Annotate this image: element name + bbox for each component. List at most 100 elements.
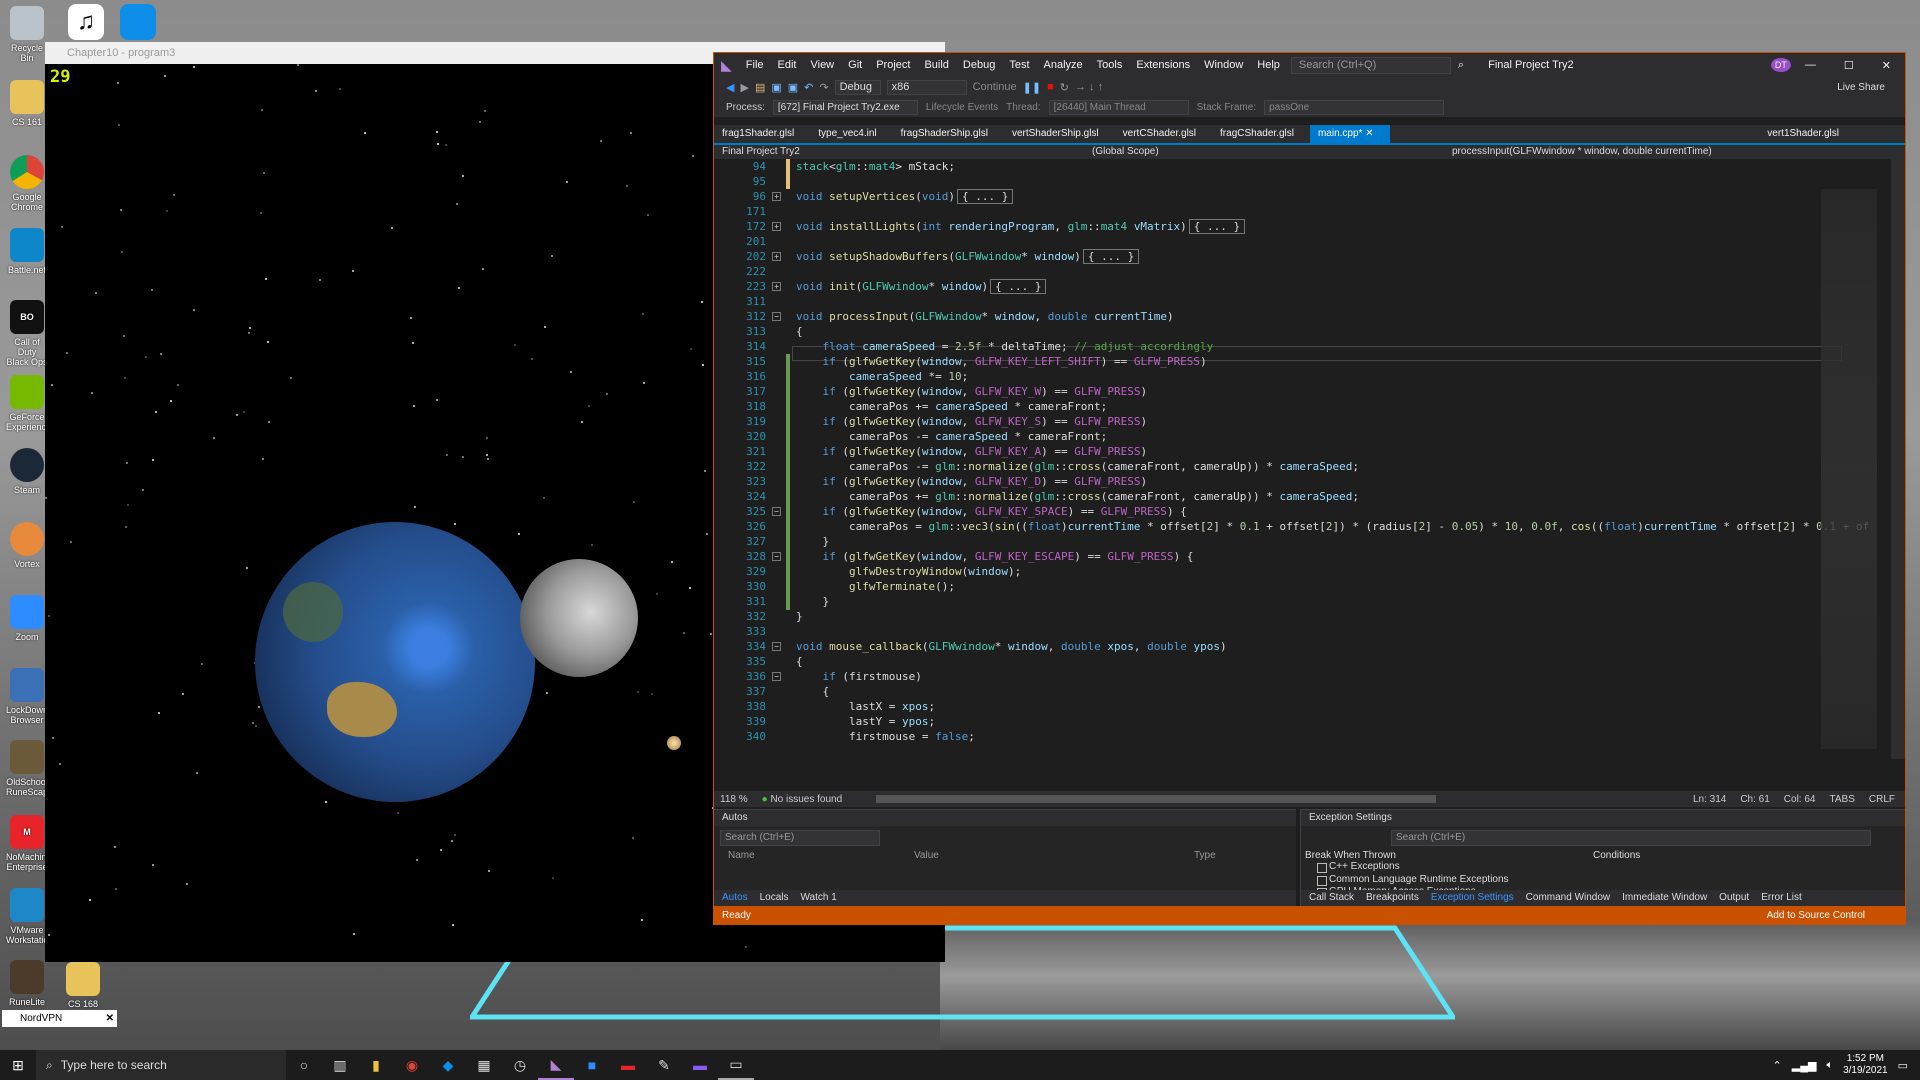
menu-edit[interactable]: Edit	[771, 59, 804, 71]
desktop-icon-cs161[interactable]: CS 161	[6, 80, 48, 127]
close-icon[interactable]: ✕	[106, 1010, 114, 1027]
menu-view[interactable]: View	[803, 59, 841, 71]
tab-error-list[interactable]: Error List	[1761, 890, 1802, 906]
menu-window[interactable]: Window	[1197, 59, 1250, 71]
undo-icon[interactable]: ↶	[804, 81, 813, 94]
teamviewer-icon[interactable]: ◆	[430, 1050, 466, 1080]
tab-autos[interactable]: Autos	[722, 890, 748, 906]
menu-build[interactable]: Build	[917, 59, 955, 71]
record-app-icon[interactable]: ▬	[610, 1050, 646, 1080]
file-explorer-icon[interactable]: ▮	[358, 1050, 394, 1080]
desktop-icon-geforce[interactable]: GeForce Experience	[6, 375, 51, 432]
tray-chevron-icon[interactable]: ⌃	[1773, 1059, 1782, 1072]
exception-item[interactable]: Common Language Runtime Exceptions	[1301, 874, 1905, 887]
minimize-button[interactable]: —	[1791, 59, 1830, 71]
tab-immediate-window[interactable]: Immediate Window	[1622, 890, 1707, 906]
menu-tools[interactable]: Tools	[1090, 59, 1130, 71]
tab-call-stack[interactable]: Call Stack	[1309, 890, 1354, 906]
open-icon[interactable]: ▤	[755, 81, 765, 94]
menu-git[interactable]: Git	[841, 59, 869, 71]
add-to-source-control[interactable]: Add to Source Control	[1767, 910, 1905, 921]
visual-studio-icon[interactable]: ◣	[538, 1050, 574, 1080]
tab-vertcshader[interactable]: vertCShader.glsl	[1115, 125, 1212, 143]
stack-frame-select[interactable]: passOne	[1264, 99, 1445, 115]
config-select[interactable]: Debug	[834, 79, 881, 95]
notifications-icon[interactable]: ▭	[1898, 1059, 1908, 1072]
exception-item[interactable]: C++ Exceptions	[1301, 861, 1905, 874]
desktop-icon-vmware[interactable]: VMware Workstation	[6, 888, 53, 945]
quick-search-input[interactable]: Search (Ctrl+Q)	[1290, 56, 1451, 74]
desktop-icon-lockdown[interactable]: LockDown Browser	[6, 668, 48, 725]
notes-icon[interactable]: ✎	[646, 1050, 682, 1080]
close-button[interactable]: ✕	[1868, 59, 1905, 72]
desktop-icon-osrs[interactable]: OldSchool RuneScape	[6, 740, 53, 797]
process-select[interactable]: [672] Final Project Try2.exe	[772, 99, 918, 115]
desktop-icon-battlenet[interactable]: Battle.net	[6, 228, 48, 275]
tab-fragcshader[interactable]: fragCShader.glsl	[1212, 125, 1310, 143]
tab-output[interactable]: Output	[1719, 890, 1749, 906]
zoom-icon[interactable]: ■	[574, 1050, 610, 1080]
user-avatar[interactable]: DT	[1770, 58, 1791, 72]
maximize-button[interactable]: ☐	[1830, 59, 1868, 72]
taskbar-search[interactable]: ⌕ Type here to search	[36, 1050, 286, 1080]
desktop-icon-nomachine[interactable]: M NoMachine Enterprise	[6, 815, 52, 872]
horizontal-scrollbar[interactable]	[876, 795, 1437, 803]
music-app-icon[interactable]: ♫	[68, 4, 104, 40]
desktop-icon-runelite[interactable]: RuneLite	[6, 960, 48, 1007]
media-app-icon[interactable]: ▬	[682, 1050, 718, 1080]
tab-type-vec4[interactable]: type_vec4.inl	[810, 125, 892, 143]
menu-file[interactable]: File	[739, 59, 771, 71]
desktop-icon-zoom[interactable]: Zoom	[6, 595, 48, 642]
clock-app-icon[interactable]: ◷	[502, 1050, 538, 1080]
lifecycle-events[interactable]: Lifecycle Events	[926, 102, 998, 113]
clock[interactable]: 1:52 PM 3/19/2021	[1843, 1053, 1888, 1077]
code-editor[interactable]: 94 stack<glm::mat4> mStack; 95 96 + void se…	[714, 159, 1905, 791]
code-minimap[interactable]	[1821, 189, 1877, 749]
desktop-icon-cs168[interactable]: CS 168	[62, 962, 104, 1009]
step-icons[interactable]: → ↓ ↑	[1075, 81, 1103, 93]
opengl-app-icon[interactable]: ▭	[718, 1050, 754, 1080]
redo-icon[interactable]: ↷	[819, 81, 828, 94]
exception-search-input[interactable]: Search (Ctrl+E)	[1391, 830, 1871, 846]
menu-project[interactable]: Project	[869, 59, 917, 71]
thread-select[interactable]: [26440] Main Thread	[1048, 99, 1189, 115]
back-icon[interactable]: ◀	[726, 81, 734, 94]
tab-main-cpp[interactable]: main.cpp* ✕	[1309, 125, 1390, 143]
pause-icon[interactable]: ❚❚	[1023, 81, 1041, 94]
visual-studio-window[interactable]: ◣ File Edit View Git Project Build Debug…	[713, 52, 1906, 925]
continue-button[interactable]: Continue	[973, 81, 1017, 93]
tab-fragshadership[interactable]: fragShaderShip.glsl	[893, 125, 1004, 143]
calculator-icon[interactable]: ▦	[466, 1050, 502, 1080]
task-view-icon[interactable]: ▥	[322, 1050, 358, 1080]
member-dropdown[interactable]: processInput(GLFWwindow * window, double…	[1444, 145, 1712, 159]
live-share-button[interactable]: Live Share	[1837, 82, 1905, 93]
desktop-icon-vortex[interactable]: Vortex	[6, 522, 48, 569]
menu-extensions[interactable]: Extensions	[1129, 59, 1197, 71]
tab-frag1shader[interactable]: frag1Shader.glsl	[714, 125, 810, 143]
zoom-level[interactable]: 118 %	[720, 794, 748, 805]
menu-analyze[interactable]: Analyze	[1037, 59, 1090, 71]
cortana-icon[interactable]: ○	[286, 1050, 322, 1080]
desktop-icon-recycle-bin[interactable]: Recycle Bin	[6, 6, 48, 63]
start-button[interactable]: ⊞	[0, 1050, 36, 1080]
save-icon[interactable]: ▣	[771, 81, 781, 94]
teamviewer-icon[interactable]	[120, 4, 156, 40]
nordvpn-toast[interactable]: NordVPN ✕	[2, 1010, 117, 1027]
tab-exception-settings[interactable]: Exception Settings	[1431, 890, 1514, 906]
tab-watch1[interactable]: Watch 1	[800, 890, 836, 906]
chrome-icon[interactable]: ◉	[394, 1050, 430, 1080]
tab-vertshadership[interactable]: vertShaderShip.glsl	[1004, 125, 1115, 143]
menu-test[interactable]: Test	[1002, 59, 1036, 71]
menu-debug[interactable]: Debug	[956, 59, 1002, 71]
stop-icon[interactable]: ■	[1047, 81, 1054, 93]
vertical-scrollbar[interactable]	[1891, 159, 1905, 759]
tab-breakpoints[interactable]: Breakpoints	[1366, 890, 1419, 906]
forward-icon[interactable]: ▶	[740, 81, 748, 94]
menu-help[interactable]: Help	[1250, 59, 1287, 71]
desktop-icon-steam[interactable]: Steam	[6, 448, 48, 495]
save-all-icon[interactable]: ▣	[788, 81, 798, 94]
tab-locals[interactable]: Locals	[760, 890, 789, 906]
desktop-icon-black-ops[interactable]: BO Call of Duty Black Ops	[6, 300, 48, 367]
autos-search-input[interactable]: Search (Ctrl+E)	[720, 830, 880, 846]
issues-indicator[interactable]: ● No issues found	[762, 794, 843, 805]
